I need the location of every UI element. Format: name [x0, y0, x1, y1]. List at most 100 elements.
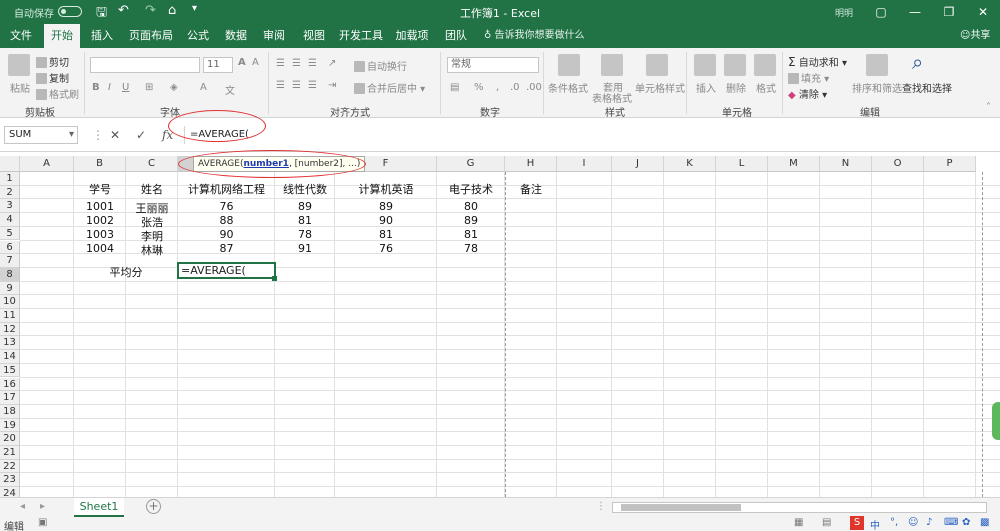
column-header-b[interactable]: B [74, 156, 126, 172]
font-name-box[interactable] [90, 57, 200, 73]
data-cell[interactable]: 80 [437, 200, 505, 213]
tell-me-search[interactable]: ♁ 告诉我你想要做什么 [484, 24, 585, 48]
column-header-i[interactable]: I [557, 156, 612, 172]
tab-formulas[interactable]: 公式 [182, 24, 214, 48]
data-cell[interactable]: 87 [178, 242, 275, 255]
number-format-box[interactable]: 常规 [447, 57, 539, 73]
align-right-icon[interactable]: ☰ [308, 80, 317, 91]
orientation-icon[interactable]: ↗ [328, 58, 336, 69]
tab-file[interactable]: 文件 [4, 24, 38, 48]
fill-button[interactable]: 填充 ▾ [788, 70, 829, 85]
fill-color-icon[interactable]: ◈ [170, 82, 178, 93]
data-cell[interactable]: 76 [335, 242, 437, 255]
share-button[interactable]: ☺共享 [960, 24, 990, 48]
ime-mic-icon[interactable]: ♪ [926, 517, 932, 528]
align-middle-icon[interactable]: ☰ [292, 58, 301, 69]
comma-style-icon[interactable]: , [496, 82, 499, 93]
bold-icon[interactable]: B [92, 82, 100, 93]
tab-team[interactable]: 团队 [440, 24, 472, 48]
align-top-icon[interactable]: ☰ [276, 58, 285, 69]
row-header-13[interactable]: 13 [0, 336, 20, 351]
format-as-table-icon[interactable] [601, 54, 623, 76]
header-cell-id[interactable]: 学号 [74, 181, 126, 197]
ime-punctuation-icon[interactable]: °, [890, 517, 898, 528]
data-cell[interactable]: 林琳 [126, 242, 178, 258]
data-cell[interactable]: 1002 [74, 214, 126, 227]
phonetic-guide-icon[interactable]: 文 [225, 82, 235, 97]
scroll-right-icon[interactable]: ▸ [40, 501, 45, 512]
column-header-n[interactable]: N [820, 156, 872, 172]
row-header-4[interactable]: 4 [0, 213, 20, 227]
fill-handle[interactable] [272, 276, 277, 281]
grow-font-icon[interactable]: A [238, 57, 246, 68]
collapse-ribbon-icon[interactable]: ˄ [986, 102, 991, 113]
row-header-8[interactable]: 8 [0, 267, 20, 282]
cell-styles-icon[interactable] [646, 54, 668, 76]
data-cell[interactable]: 81 [437, 228, 505, 241]
row-header-7[interactable]: 7 [0, 254, 20, 268]
copy-button[interactable]: 复制 [36, 70, 69, 85]
row-header-3[interactable]: 3 [0, 199, 20, 214]
conditional-formatting-button[interactable]: 条件格式 [548, 80, 588, 95]
row-header-15[interactable]: 15 [0, 363, 20, 378]
row-header-19[interactable]: 19 [0, 418, 20, 433]
decrease-decimal-icon[interactable]: .00 [526, 82, 542, 93]
tab-data[interactable]: 数据 [220, 24, 252, 48]
data-cell[interactable]: 81 [275, 214, 335, 227]
tab-view[interactable]: 视图 [298, 24, 330, 48]
data-cell[interactable]: 1004 [74, 242, 126, 255]
data-cell[interactable]: 1003 [74, 228, 126, 241]
find-select-button[interactable]: 查找和选择 [902, 80, 952, 95]
format-cells-icon[interactable] [754, 54, 776, 76]
sort-filter-icon[interactable] [866, 54, 888, 76]
header-cell-electronics[interactable]: 电子技术 [437, 181, 505, 197]
header-cell-linear[interactable]: 线性代数 [275, 181, 335, 197]
column-header-m[interactable]: M [768, 156, 820, 172]
sort-filter-button[interactable]: 排序和筛选 [852, 80, 902, 95]
sogou-ime-icon[interactable]: S [850, 516, 864, 530]
align-left-icon[interactable]: ☰ [276, 80, 285, 91]
column-header-a[interactable]: A [20, 156, 74, 172]
ribbon-display-options-icon[interactable]: ▢ [866, 2, 896, 22]
insert-cells-icon[interactable] [694, 54, 716, 76]
font-color-icon[interactable]: A [200, 82, 207, 93]
tab-page-layout[interactable]: 页面布局 [126, 24, 176, 48]
row-header-22[interactable]: 22 [0, 459, 20, 474]
data-cell[interactable]: 90 [335, 214, 437, 227]
tab-addins[interactable]: 加载项 [392, 24, 432, 48]
column-header-p[interactable]: P [924, 156, 976, 172]
data-cell[interactable]: 90 [178, 228, 275, 241]
row-header-17[interactable]: 17 [0, 391, 20, 405]
scroll-left-icon[interactable]: ◂ [20, 501, 25, 512]
insert-cells-button[interactable]: 插入 [696, 80, 716, 95]
column-header-g[interactable]: G [437, 156, 505, 172]
ime-emoji-icon[interactable]: ☺ [908, 517, 918, 528]
accounting-format-icon[interactable]: ▤ [450, 82, 459, 93]
row-header-20[interactable]: 20 [0, 432, 20, 446]
restore-button[interactable]: ❐ [934, 2, 964, 22]
data-cell[interactable]: 81 [335, 228, 437, 241]
data-cell[interactable]: 1001 [74, 200, 126, 213]
autosum-button[interactable]: Σ 自动求和 ▾ [788, 54, 847, 69]
shrink-font-icon[interactable]: A [252, 57, 259, 68]
clear-button[interactable]: ◆ 清除 ▾ [788, 86, 827, 101]
row-header-9[interactable]: 9 [0, 281, 20, 296]
delete-cells-icon[interactable] [724, 54, 746, 76]
cell-styles-button[interactable]: 单元格样式 [635, 80, 685, 95]
tab-insert[interactable]: 插入 [86, 24, 118, 48]
data-cell[interactable]: 89 [275, 200, 335, 213]
horizontal-scrollbar[interactable] [612, 502, 987, 513]
row-header-10[interactable]: 10 [0, 295, 20, 309]
format-cells-button[interactable]: 格式 [756, 80, 776, 95]
row-header-18[interactable]: 18 [0, 404, 20, 419]
data-cell[interactable]: 89 [437, 214, 505, 227]
enter-icon[interactable]: ✓ [136, 128, 146, 142]
row-header-23[interactable]: 23 [0, 473, 20, 488]
active-cell-d8[interactable]: =AVERAGE( [177, 262, 276, 279]
paste-button[interactable]: 粘贴 [10, 80, 30, 95]
row-header-11[interactable]: 11 [0, 309, 20, 323]
cancel-icon[interactable]: ✕ [110, 128, 120, 142]
column-header-o[interactable]: O [872, 156, 924, 172]
row-header-12[interactable]: 12 [0, 322, 20, 337]
column-header-l[interactable]: L [716, 156, 768, 172]
